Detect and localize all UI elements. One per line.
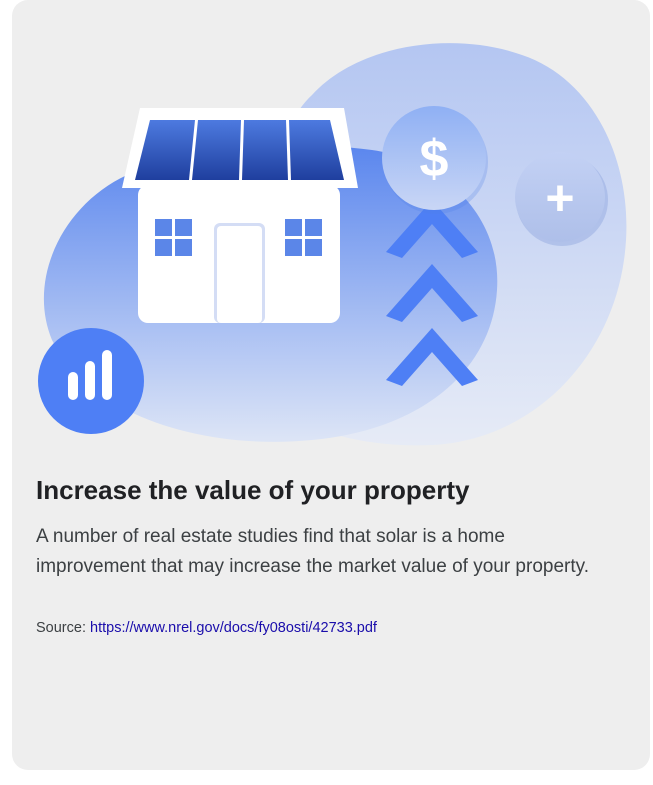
bar-chart-icon	[38, 328, 144, 434]
source-link[interactable]: https://www.nrel.gov/docs/fy08osti/42733…	[90, 620, 377, 636]
card-title: Increase the value of your property	[36, 475, 470, 505]
solar-home-illustration: $ +	[38, 43, 627, 446]
feature-card: $ + Increase the value of your property …	[12, 0, 650, 770]
source-label: Source:	[36, 620, 86, 636]
source-line: Source: https://www.nrel.gov/docs/fy08os…	[36, 620, 377, 636]
svg-text:$: $	[420, 130, 449, 188]
svg-text:+: +	[545, 170, 574, 226]
card-description: A number of real estate studies find tha…	[36, 526, 590, 577]
house-icon	[122, 108, 358, 323]
